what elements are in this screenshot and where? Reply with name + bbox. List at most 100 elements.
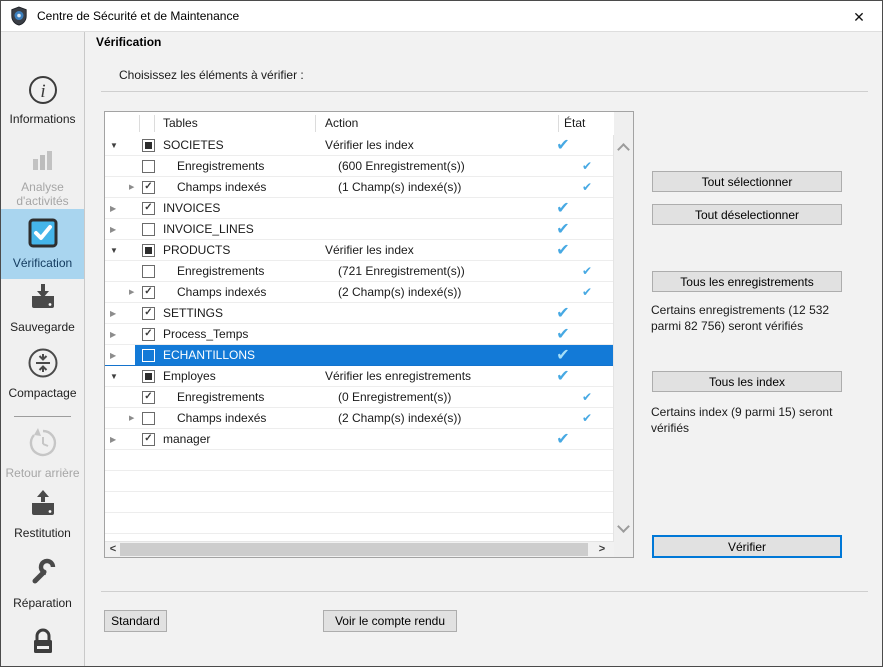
table-row[interactable]: Enregistrements(721 Enregistrement(s))✔ [105, 261, 614, 282]
table-row[interactable]: ▼EmployesVérifier les enregistrements✔ [105, 366, 614, 387]
row-checkbox-mixed[interactable] [142, 370, 155, 383]
expand-triangle-icon[interactable]: ▶ [129, 282, 134, 303]
row-checkbox-checked[interactable]: ✓ [142, 328, 155, 341]
row-checkbox-unchecked[interactable] [142, 412, 155, 425]
verification-table: Tables Action État ▼SOCIETESVérifier les… [104, 111, 634, 558]
table-row[interactable]: ▶ECHANTILLONS✔ [105, 345, 614, 366]
row-checkbox-checked[interactable]: ✓ [142, 286, 155, 299]
header-corner [614, 112, 633, 135]
table-row[interactable]: ▶✓INVOICES✔ [105, 198, 614, 219]
close-icon[interactable]: ✕ [848, 7, 870, 27]
sidebar-item-restitution[interactable]: Restitution [1, 488, 84, 550]
table-row[interactable]: ▶✓SETTINGS✔ [105, 303, 614, 324]
table-row[interactable]: ▶✓Champs indexés(1 Champ(s) indexé(s))✔ [105, 177, 614, 198]
rollback-clock-icon [1, 426, 84, 463]
table-row[interactable]: ▶INVOICE_LINES✔ [105, 219, 614, 240]
table-row[interactable]: ▶✓manager✔ [105, 429, 614, 450]
sidebar-item-sauvegarde[interactable]: Sauvegarde [1, 282, 84, 344]
column-header-etat[interactable]: État [564, 112, 585, 134]
horizontal-scroll-thumb[interactable] [120, 543, 588, 556]
row-checkbox-checked[interactable]: ✓ [142, 433, 155, 446]
expand-triangle-icon[interactable]: ▶ [110, 198, 116, 219]
status-check-icon: ✔ [551, 366, 575, 387]
row-checkbox-checked[interactable]: ✓ [142, 391, 155, 404]
status-check-icon: ✔ [575, 177, 599, 198]
chevron-up-icon[interactable] [617, 143, 630, 156]
bar-chart-icon [1, 144, 84, 177]
table-name: SOCIETES [163, 135, 224, 156]
select-all-button[interactable]: Tout sélectionner [652, 171, 842, 192]
row-checkbox-unchecked[interactable] [142, 160, 155, 173]
column-header-tables[interactable]: Tables [163, 112, 198, 134]
standard-button[interactable]: Standard [104, 610, 167, 632]
table-name: Champs indexés [177, 408, 266, 429]
sidebar-item-label: Réparation [1, 596, 84, 610]
status-check-icon: ✔ [575, 408, 599, 429]
sidebar-item-retour-arriere[interactable]: Retour arrière [1, 426, 84, 492]
all-index-button[interactable]: Tous les index [652, 371, 842, 392]
expand-triangle-icon[interactable]: ▶ [129, 177, 134, 198]
sidebar-item-compactage[interactable]: Compactage [1, 346, 84, 410]
report-button[interactable]: Voir le compte rendu [323, 610, 457, 632]
expand-triangle-icon[interactable]: ▶ [110, 219, 116, 240]
sidebar-item-reparation[interactable]: Réparation [1, 556, 84, 618]
action-text: (0 Enregistrement(s)) [338, 387, 451, 408]
empty-table-row [105, 450, 614, 471]
expand-triangle-icon[interactable]: ▶ [110, 345, 116, 366]
deselect-all-button[interactable]: Tout déselectionner [652, 204, 842, 225]
info-circle-icon: i [1, 74, 84, 109]
row-checkbox-unchecked[interactable] [142, 265, 155, 278]
expand-triangle-icon[interactable]: ▶ [129, 408, 134, 429]
arrow-right-icon[interactable]: > [595, 542, 609, 557]
collapse-triangle-icon[interactable]: ▼ [110, 366, 118, 387]
collapse-triangle-icon[interactable]: ▼ [110, 240, 118, 261]
app-window: Centre de Sécurité et de Maintenance ✕ i… [0, 0, 883, 667]
shield-icon [10, 6, 28, 26]
header-separator [315, 115, 316, 132]
expand-triangle-icon[interactable]: ▶ [110, 324, 116, 345]
verify-button[interactable]: Vérifier [652, 535, 842, 558]
action-text: (721 Enregistrement(s)) [338, 261, 465, 282]
table-row[interactable]: ▶✓Process_Temps✔ [105, 324, 614, 345]
table-row[interactable]: ▼SOCIETESVérifier les index✔ [105, 135, 614, 156]
table-row[interactable]: ✓Enregistrements(0 Enregistrement(s))✔ [105, 387, 614, 408]
sidebar-item-analyse-activites[interactable]: Analyse d'activités [1, 144, 84, 210]
sidebar-item-label: Sauvegarde [1, 320, 84, 334]
table-row[interactable]: Enregistrements(600 Enregistrement(s))✔ [105, 156, 614, 177]
row-checkbox-unchecked[interactable] [142, 223, 155, 236]
collapse-triangle-icon[interactable]: ▼ [110, 135, 118, 156]
table-row[interactable]: ▶✓Champs indexés(2 Champ(s) indexé(s))✔ [105, 282, 614, 303]
horizontal-scrollbar[interactable]: < > [105, 541, 614, 557]
row-checkbox-checked[interactable]: ✓ [142, 181, 155, 194]
sidebar-item-informations[interactable]: iInformations [1, 74, 84, 132]
status-check-icon: ✔ [575, 261, 599, 282]
row-checkbox-checked[interactable]: ✓ [142, 202, 155, 215]
vertical-scrollbar[interactable] [613, 135, 633, 541]
row-checkbox-mixed[interactable] [142, 244, 155, 257]
chevron-down-icon[interactable] [617, 520, 630, 533]
sidebar-divider [14, 416, 71, 417]
table-row[interactable]: ▼PRODUCTSVérifier les index✔ [105, 240, 614, 261]
sidebar-item-verification[interactable]: Vérification [1, 209, 84, 279]
action-text: (2 Champ(s) indexé(s)) [338, 408, 461, 429]
status-check-icon: ✔ [575, 282, 599, 303]
expand-triangle-icon[interactable]: ▶ [110, 303, 116, 324]
row-checkbox-checked[interactable]: ✓ [142, 307, 155, 320]
all-records-button[interactable]: Tous les enregistrements [652, 271, 842, 292]
records-note: Certains enregistrements (12 532 parmi 8… [651, 302, 859, 334]
column-header-action[interactable]: Action [325, 112, 358, 134]
table-name: manager [163, 429, 210, 450]
arrow-left-icon[interactable]: < [106, 542, 120, 557]
page-title: Vérification [96, 35, 161, 49]
scrollbar-corner [614, 541, 633, 557]
row-checkbox-unchecked[interactable] [142, 349, 155, 362]
expand-triangle-icon[interactable]: ▶ [110, 429, 116, 450]
table-row[interactable]: ▶ Champs indexés (2 Champ(s) indexé(s)) ✔ [105, 408, 614, 429]
restore-drive-icon [1, 488, 84, 523]
row-checkbox-mixed[interactable] [142, 139, 155, 152]
table-name: Champs indexés [177, 177, 266, 198]
sidebar-item-chiffrement[interactable]: Chiffrement [1, 626, 84, 667]
header-separator [139, 115, 140, 132]
backup-drive-icon [1, 282, 84, 317]
empty-table-row [105, 471, 614, 492]
